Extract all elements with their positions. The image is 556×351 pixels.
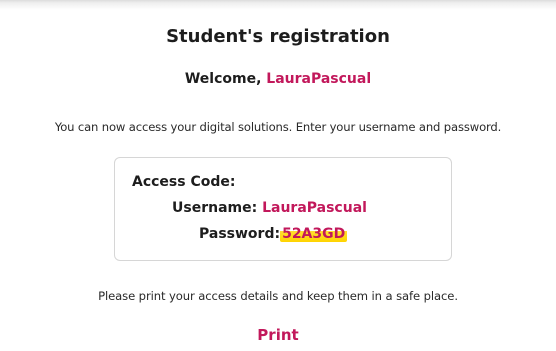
password-value: 52A3GD — [280, 226, 348, 242]
print-area: Print — [0, 326, 556, 344]
password-label: Password: — [199, 226, 281, 242]
top-shadow-divider — [0, 0, 556, 10]
access-code-label: Access Code: — [132, 174, 236, 190]
welcome-username: LauraPascual — [266, 71, 372, 87]
print-note: Please print your access details and kee… — [98, 289, 458, 303]
welcome-message: Welcome, LauraPascual — [0, 71, 556, 87]
print-link[interactable]: Print — [257, 326, 298, 344]
page-title: Student's registration — [166, 26, 390, 47]
username-value: LauraPascual — [262, 200, 367, 216]
welcome-prefix: Welcome, — [184, 71, 267, 87]
intro-text: You can now access your digital solution… — [54, 120, 502, 134]
username-label: Username: — [172, 200, 263, 216]
password-row: Password: 52A3GD — [199, 226, 348, 242]
username-row: Username: LauraPascual — [172, 200, 367, 216]
credentials-card: Access Code: Username: LauraPascual Pass… — [114, 157, 452, 261]
access-code-row: Access Code: — [132, 174, 235, 190]
